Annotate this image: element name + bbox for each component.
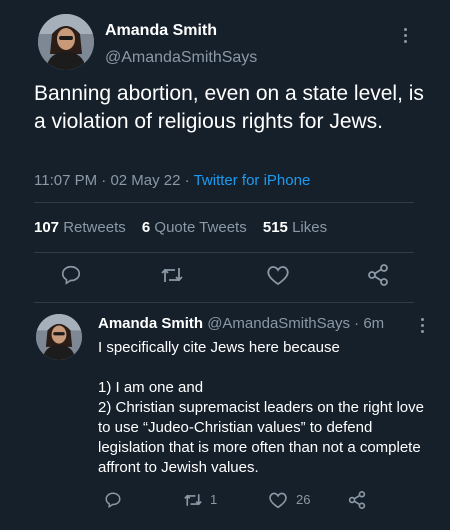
share-icon[interactable] xyxy=(347,491,367,509)
reply-author-name[interactable]: Amanda Smith xyxy=(98,315,203,332)
likes-label: Likes xyxy=(292,219,328,236)
quote-label: Quote Tweets xyxy=(154,219,247,236)
reply-paragraph: I specifically cite Jews here because xyxy=(98,339,340,356)
retweets-stat[interactable]: 107 Retweets xyxy=(34,219,126,236)
tweet-date[interactable]: 02 May 22 xyxy=(110,172,180,189)
like-count: 26 xyxy=(296,492,311,507)
quote-count: 6 xyxy=(141,219,151,236)
avatar-photo xyxy=(38,14,94,70)
retweet-count: 1 xyxy=(210,492,218,507)
reply-author-handle[interactable]: @AmandaSmithSays xyxy=(207,315,350,332)
tweet-text: Banning abortion, even on a state level,… xyxy=(34,82,424,133)
reply-more-icon[interactable] xyxy=(421,318,425,336)
retweet-icon[interactable] xyxy=(183,491,203,509)
reply-time[interactable]: 6m xyxy=(363,315,384,332)
divider xyxy=(34,302,414,303)
meta-separator: · xyxy=(184,172,194,189)
likes-count: 515 xyxy=(262,219,288,236)
tweet-meta: 11:07 PM · 02 May 22 · Twitter for iPhon… xyxy=(34,172,310,189)
like-icon[interactable] xyxy=(268,491,288,509)
retweets-count: 107 xyxy=(34,219,60,236)
tweet-time[interactable]: 11:07 PM xyxy=(34,172,97,189)
reply-paragraph: 1) I am one and 2) Christian supremacist… xyxy=(98,379,424,476)
like-icon[interactable] xyxy=(266,264,290,286)
reply-text: I specifically cite Jews here because 1)… xyxy=(98,338,428,478)
share-icon[interactable] xyxy=(366,264,390,286)
retweets-label: Retweets xyxy=(63,219,126,236)
tweet-source[interactable]: Twitter for iPhone xyxy=(194,172,311,189)
author-name[interactable]: Amanda Smith xyxy=(105,22,217,40)
avatar-photo xyxy=(36,314,82,360)
retweet-icon[interactable] xyxy=(160,264,184,286)
quote-tweets-stat[interactable]: 6 Quote Tweets xyxy=(142,219,247,236)
tweet-actions xyxy=(0,262,450,290)
reply-icon[interactable] xyxy=(60,264,82,286)
author-handle[interactable]: @AmandaSmithSays xyxy=(105,49,257,67)
header-separator: · xyxy=(354,315,364,332)
reply-actions: 1 26 xyxy=(0,488,450,512)
tweet-stats: 107 Retweets 6 Quote Tweets 515 Likes xyxy=(34,219,339,236)
reply-author-avatar[interactable] xyxy=(36,314,82,360)
divider xyxy=(34,252,414,253)
reply-icon[interactable] xyxy=(104,491,122,509)
likes-stat[interactable]: 515 Likes xyxy=(263,219,327,236)
divider xyxy=(34,202,414,203)
reply-header: Amanda Smith @AmandaSmithSays · 6m xyxy=(98,315,384,332)
more-icon[interactable] xyxy=(404,28,408,46)
author-avatar[interactable] xyxy=(38,14,94,70)
